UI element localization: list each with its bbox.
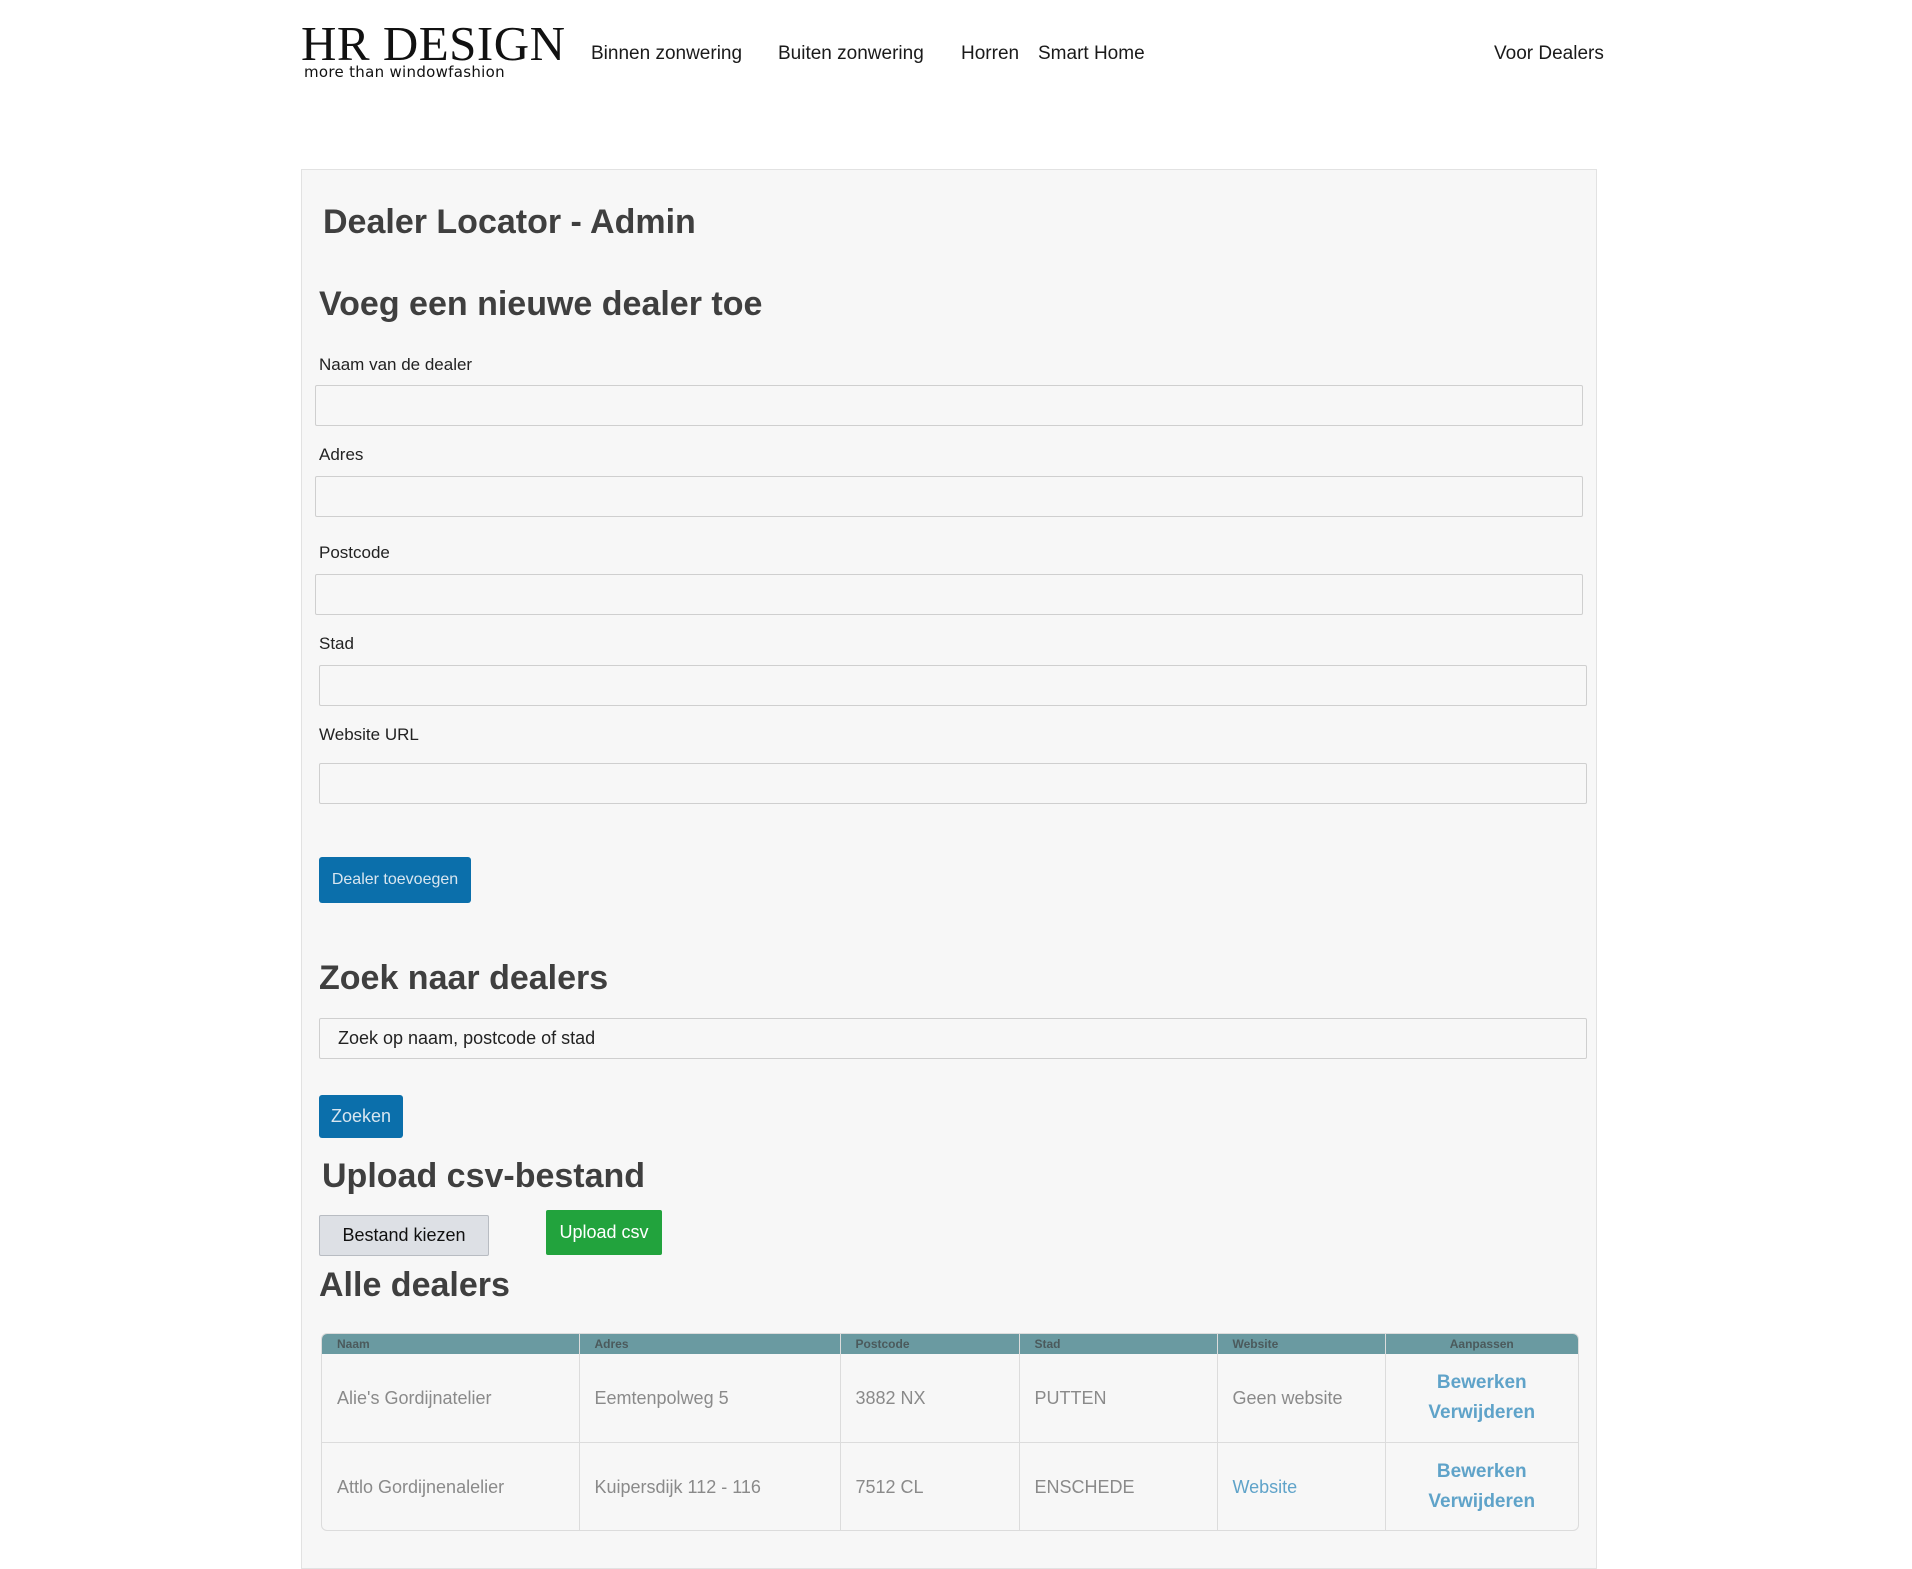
- cell-stad: PUTTEN: [1019, 1354, 1218, 1443]
- nav-smart-home[interactable]: Smart Home: [1038, 40, 1145, 68]
- logo-tagline: more than windowfashion: [304, 63, 505, 81]
- column-header-stad: Stad: [1019, 1334, 1218, 1354]
- edit-dealer-link[interactable]: Bewerken: [1401, 1457, 1564, 1487]
- cell-postcode: 3882 NX: [840, 1354, 1020, 1443]
- website-url-input[interactable]: [319, 763, 1587, 804]
- add-dealer-heading: Voeg een nieuwe dealer toe: [319, 285, 763, 323]
- cell-website: Website: [1217, 1442, 1386, 1530]
- dealer-website-link[interactable]: Website: [1233, 1477, 1298, 1497]
- add-dealer-button[interactable]: Dealer toevoegen: [319, 857, 471, 903]
- nav-horren[interactable]: Horren: [961, 40, 1019, 68]
- cell-naam: Alie's Gordijnatelier: [322, 1354, 580, 1443]
- dealers-table: Naam Adres Postcode Stad Website Aanpass…: [321, 1333, 1579, 1531]
- cell-stad: ENSCHEDE: [1019, 1442, 1218, 1530]
- cell-website: Geen website: [1217, 1354, 1386, 1443]
- table-row: Alie's Gordijnatelier Eemtenpolweg 5 388…: [322, 1354, 1578, 1443]
- cell-adres: Eemtenpolweg 5: [579, 1354, 841, 1443]
- column-header-adres: Adres: [579, 1334, 841, 1354]
- nav-binnen-zonwering[interactable]: Binnen zonwering: [591, 40, 742, 68]
- delete-dealer-link[interactable]: Verwijderen: [1401, 1487, 1564, 1517]
- site-header: HR DESIGN more than windowfashion Binnen…: [0, 0, 1912, 110]
- choose-file-button[interactable]: Bestand kiezen: [319, 1215, 489, 1256]
- website-url-label: Website URL: [319, 725, 419, 744]
- city-label: Stad: [319, 634, 354, 653]
- all-dealers-heading: Alle dealers: [319, 1266, 510, 1304]
- upload-csv-button[interactable]: Upload csv: [546, 1210, 662, 1255]
- dealer-name-input[interactable]: [315, 385, 1583, 426]
- column-header-naam: Naam: [322, 1334, 580, 1354]
- table-row: Attlo Gordijnenalelier Kuipersdijk 112 -…: [322, 1442, 1578, 1530]
- column-header-website: Website: [1217, 1334, 1386, 1354]
- delete-dealer-link[interactable]: Verwijderen: [1401, 1398, 1564, 1428]
- postcode-input[interactable]: [315, 574, 1583, 615]
- nav-buiten-zonwering[interactable]: Buiten zonwering: [778, 40, 924, 68]
- search-input[interactable]: [319, 1018, 1587, 1059]
- cell-actions: Bewerken Verwijderen: [1385, 1354, 1578, 1443]
- edit-dealer-link[interactable]: Bewerken: [1401, 1368, 1564, 1398]
- column-header-postcode: Postcode: [840, 1334, 1020, 1354]
- hr-design-logo[interactable]: HR DESIGN more than windowfashion: [301, 18, 565, 84]
- address-label: Adres: [319, 445, 364, 464]
- search-dealers-heading: Zoek naar dealers: [319, 959, 609, 997]
- column-header-aanpassen: Aanpassen: [1385, 1334, 1578, 1354]
- postcode-label: Postcode: [319, 543, 390, 562]
- cell-postcode: 7512 CL: [840, 1442, 1020, 1530]
- address-input[interactable]: [315, 476, 1583, 517]
- dealer-name-label: Naam van de dealer: [319, 355, 473, 374]
- cell-naam: Attlo Gordijnenalelier: [322, 1442, 580, 1530]
- city-input[interactable]: [319, 665, 1587, 706]
- table-header-row: Naam Adres Postcode Stad Website Aanpass…: [322, 1334, 1578, 1354]
- cell-actions: Bewerken Verwijderen: [1385, 1442, 1578, 1530]
- search-button[interactable]: Zoeken: [319, 1095, 403, 1138]
- upload-csv-heading: Upload csv-bestand: [322, 1157, 646, 1195]
- nav-voor-dealers[interactable]: Voor Dealers: [1494, 40, 1604, 68]
- cell-adres: Kuipersdijk 112 - 116: [579, 1442, 841, 1530]
- page-title: Dealer Locator - Admin: [323, 203, 696, 241]
